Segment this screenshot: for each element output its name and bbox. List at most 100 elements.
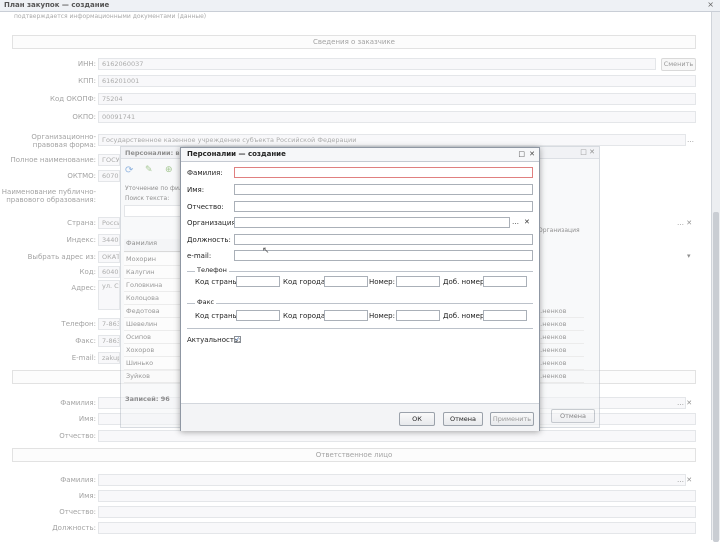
- phone-extension-input[interactable]: [483, 276, 527, 287]
- inn-label: ИНН:: [77, 60, 96, 68]
- index-field[interactable]: 344000: [98, 234, 120, 246]
- opf-ellipsis-icon[interactable]: …: [687, 136, 694, 144]
- kpp-label: КПП:: [78, 77, 96, 85]
- scrollbar-thumb[interactable]: [713, 212, 719, 542]
- close-icon[interactable]: ✕: [529, 150, 535, 158]
- window-title: План закупок — создание: [4, 1, 110, 9]
- contact-name-label: Имя:: [78, 415, 96, 423]
- list-window-close-icon[interactable]: □ ✕: [580, 148, 595, 156]
- phone-city-code-input[interactable]: [324, 276, 368, 287]
- index-label: Индекс:: [66, 236, 96, 244]
- list-item[interactable]: Зуйков: [124, 370, 180, 383]
- surname-input[interactable]: [234, 167, 533, 178]
- contact-ellipsis-icon[interactable]: … ✕: [677, 399, 692, 407]
- list-item[interactable]: Колоцова: [124, 292, 180, 305]
- fax-number-input[interactable]: [396, 310, 440, 321]
- organization-clear-icon[interactable]: ✕: [524, 218, 530, 226]
- add-icon[interactable]: ⊕: [165, 165, 173, 175]
- phone-group: [187, 271, 533, 272]
- search-input[interactable]: [124, 205, 181, 217]
- opf-field[interactable]: Государственное казенное учреждение субъ…: [98, 134, 686, 146]
- resp-patronymic-field[interactable]: [98, 506, 696, 518]
- list-item[interactable]: Хохоров: [124, 344, 180, 357]
- fax-extension-label: Доб. номер:: [443, 312, 487, 320]
- address-source-select[interactable]: ОКАТО: [98, 251, 120, 263]
- fullname-label: Полное наименование:: [10, 156, 96, 164]
- address-field[interactable]: ул. Садовая: [98, 280, 120, 310]
- ok-button[interactable]: ОК: [399, 412, 435, 426]
- fax-field[interactable]: 7-863: [98, 335, 120, 347]
- customer-section-title: Сведения о заказчике: [12, 35, 696, 49]
- name-label: Имя:: [187, 186, 205, 194]
- list-item[interactable]: ...ненков: [534, 331, 584, 344]
- column-header-surname[interactable]: Фамилия: [124, 239, 181, 252]
- opf-label: Организационно-правовая форма:: [31, 133, 96, 149]
- change-inn-button[interactable]: Сменить: [661, 58, 696, 71]
- column-header-organization[interactable]: Организация: [538, 227, 580, 234]
- resp-surname-field[interactable]: [98, 474, 686, 486]
- list-item[interactable]: ...ненков: [534, 318, 584, 331]
- resp-patronymic-label: Отчество:: [59, 508, 96, 516]
- phone-country-code-input[interactable]: [236, 276, 280, 287]
- fax-number-label: Номер:: [369, 312, 395, 320]
- fullname-field[interactable]: ГОСУДАРСТВЕННОЕ КАЗЕННОЕ: [98, 154, 120, 166]
- page-scrollbar[interactable]: [711, 12, 720, 542]
- position-input[interactable]: [234, 234, 533, 245]
- fax-group-legend: Факс: [195, 298, 217, 306]
- fax-label: Факс:: [75, 337, 96, 345]
- okopf-field[interactable]: 75204: [98, 93, 696, 105]
- list-item[interactable]: Шинько: [124, 357, 180, 370]
- list-item[interactable]: ...ненков: [534, 305, 584, 318]
- country-ellipsis-icon[interactable]: … ✕: [677, 219, 692, 227]
- contact-patronymic-field[interactable]: [98, 430, 696, 442]
- cursor-icon: ↖: [262, 246, 270, 256]
- list-item[interactable]: ...ненков: [534, 344, 584, 357]
- resp-position-field[interactable]: [98, 522, 696, 534]
- resp-ellipsis-icon[interactable]: … ✕: [677, 476, 692, 484]
- relevance-label: Актуальность:: [187, 336, 241, 344]
- name-input[interactable]: [234, 184, 533, 195]
- list-item[interactable]: ...ненков: [534, 357, 584, 370]
- maximize-icon[interactable]: □: [518, 150, 525, 158]
- email-input[interactable]: [234, 250, 533, 261]
- email-field[interactable]: zakup: [98, 352, 120, 364]
- list-item[interactable]: Осипов: [124, 331, 180, 344]
- dialog-title: Персоналии — создание: [187, 150, 286, 158]
- cancel-button[interactable]: Отмена: [443, 412, 483, 426]
- list-item[interactable]: Калугин: [124, 266, 180, 279]
- list-item[interactable]: ...ненков: [534, 370, 584, 383]
- organization-input[interactable]: [234, 217, 510, 228]
- phone-label: Телефон:: [61, 320, 96, 328]
- inn-field[interactable]: 6162060037: [98, 58, 656, 70]
- fax-extension-input[interactable]: [483, 310, 527, 321]
- list-item[interactable]: Головкина: [124, 279, 180, 292]
- kpp-field[interactable]: 616201001: [98, 75, 696, 87]
- relevance-checkbox[interactable]: ✓: [234, 336, 241, 343]
- list-item[interactable]: Федотова: [124, 305, 180, 318]
- patronymic-input[interactable]: [234, 201, 533, 212]
- list-cancel-button[interactable]: Отмена: [551, 409, 595, 423]
- close-icon[interactable]: ×: [707, 0, 714, 9]
- code-field[interactable]: 60401: [98, 266, 120, 278]
- phone-number-input[interactable]: [396, 276, 440, 287]
- list-item[interactable]: Шевелин: [124, 318, 180, 331]
- oktmo-field[interactable]: 60701000001: [98, 170, 120, 182]
- organization-ellipsis-icon[interactable]: …: [512, 218, 519, 226]
- edit-icon[interactable]: ✎: [145, 165, 153, 175]
- phone-number-label: Номер:: [369, 278, 395, 286]
- apply-button[interactable]: Применить: [490, 412, 534, 426]
- fax-city-code-input[interactable]: [324, 310, 368, 321]
- phone-field[interactable]: 7-863: [98, 318, 120, 330]
- refresh-icon[interactable]: ⟳: [125, 165, 133, 176]
- chevron-down-icon[interactable]: ▾: [687, 252, 691, 260]
- resp-name-field[interactable]: [98, 490, 696, 502]
- fax-country-code-input[interactable]: [236, 310, 280, 321]
- okpo-field[interactable]: 00091741: [98, 111, 696, 123]
- window-titlebar: План закупок — создание ×: [0, 0, 720, 12]
- list-item[interactable]: Мохорин: [124, 253, 180, 266]
- oktmo-label: ОКТМО:: [67, 172, 96, 180]
- phone-extension-label: Доб. номер:: [443, 278, 487, 286]
- contact-patronymic-label: Отчество:: [59, 432, 96, 440]
- fax-group: [187, 303, 533, 304]
- country-field[interactable]: Россия: [98, 217, 120, 229]
